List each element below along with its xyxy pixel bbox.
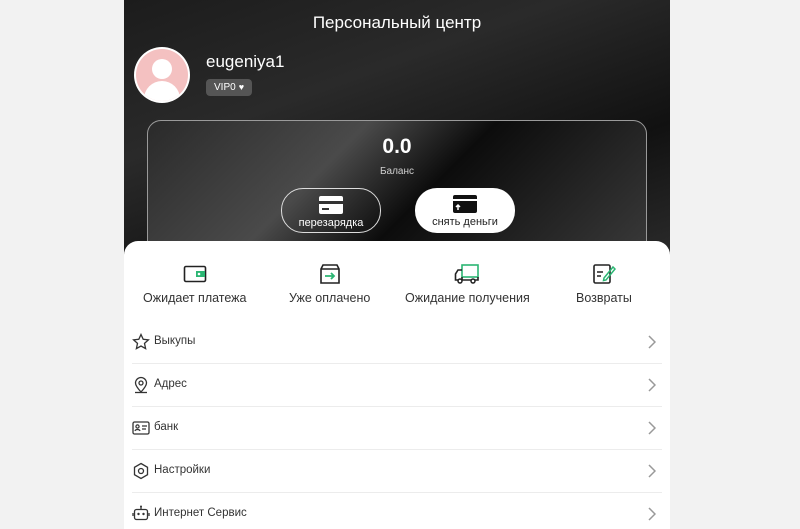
menu-item-address[interactable]: Адрес [132,364,662,407]
order-status-row: Ожидает платежа Уже оплачено Ожидание по… [124,263,670,313]
menu-item-label: Выкупы [154,335,196,347]
settings-menu: Выкупы Адрес банк Настройки Интернет Сер… [132,321,662,529]
username: eugeniya1 [206,52,285,71]
balance-value: 0.0 [382,135,412,158]
content-panel: Ожидает платежа Уже оплачено Ожидание по… [124,241,670,529]
order-awaiting-receipt[interactable]: Ожидание получения [405,263,530,305]
menu-item-label: банк [154,421,179,433]
chevron-right-icon [648,335,656,349]
user-avatar-icon [136,49,188,101]
vip-badge: VIP0 ♥ [206,79,253,96]
chevron-right-icon [648,464,656,478]
withdraw-button[interactable]: снять деньги [415,188,515,233]
menu-item-settings[interactable]: Настройки [132,450,662,493]
paid-box-icon [319,264,340,284]
recharge-label: перезарядка [298,217,364,229]
order-label: Ожидает платежа [143,291,247,305]
order-paid[interactable]: Уже оплачено [289,263,370,305]
menu-item-support[interactable]: Интернет Сервис [132,493,662,529]
withdraw-card-icon [453,195,477,213]
refund-edit-icon [593,264,616,284]
order-label: Ожидание получения [405,291,530,305]
avatar[interactable] [134,47,190,103]
wallet-icon [183,265,207,283]
balance-card: 0.0 Баланс перезарядка снять деньги [147,120,647,260]
menu-item-label: Настройки [154,464,211,476]
settings-gear-icon [133,462,149,480]
vip-level: VIP0 [214,82,236,93]
chevron-right-icon [648,421,656,435]
header-hero: Персональный центр eugeniya1 VIP0 ♥ 0.0 Б… [124,0,670,260]
heart-icon: ♥ [238,82,245,92]
menu-item-label: Адрес [154,378,187,390]
balance-label: Баланс [379,166,415,177]
menu-item-buyouts[interactable]: Выкупы [132,321,662,364]
personal-center-page: Персональный центр eugeniya1 VIP0 ♥ 0.0 Б… [124,0,670,529]
bank-card-icon [132,421,150,435]
chevron-right-icon [648,507,656,521]
delivery-truck-icon [455,264,480,284]
page-title: Персональный центр [312,13,482,32]
support-bot-icon [132,505,150,521]
recharge-button[interactable]: перезарядка [281,188,381,233]
order-refunds[interactable]: Возвраты [576,263,632,305]
star-icon [132,333,150,350]
menu-item-bank[interactable]: банк [132,407,662,450]
chevron-right-icon [648,378,656,392]
order-awaiting-payment[interactable]: Ожидает платежа [143,263,247,305]
withdraw-label: снять деньги [432,216,498,228]
order-label: Уже оплачено [289,291,371,305]
card-icon [319,196,343,214]
menu-item-label: Интернет Сервис [154,507,247,519]
order-label: Возвраты [576,291,632,305]
location-pin-icon [134,376,148,394]
